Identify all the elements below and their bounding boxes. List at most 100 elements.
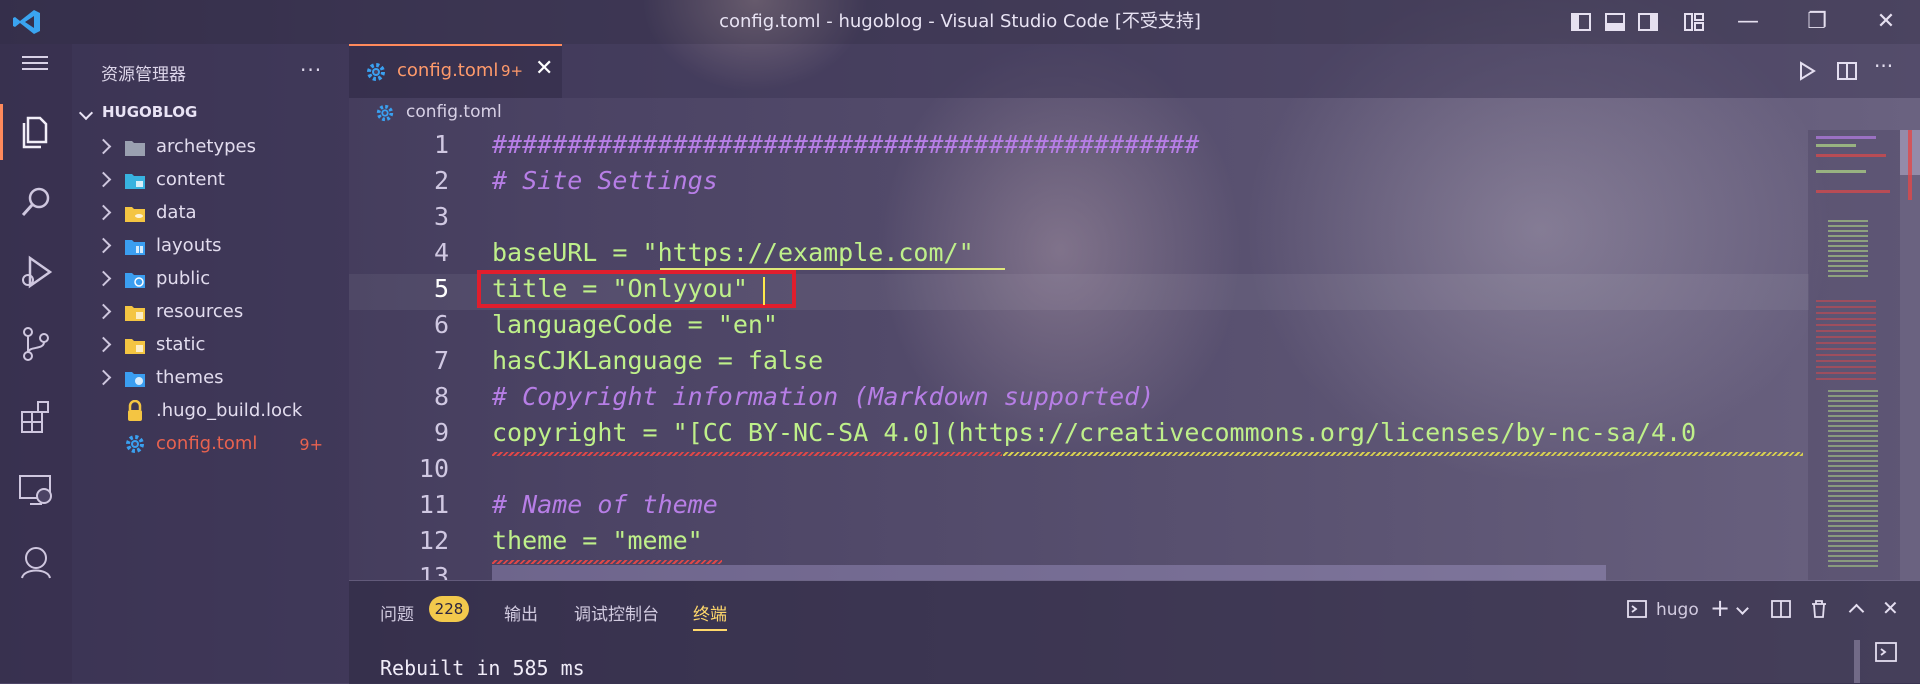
run-icon[interactable] bbox=[1796, 60, 1818, 82]
close-panel-button[interactable]: ✕ bbox=[1882, 596, 1899, 620]
tree-item-archetypes[interactable]: archetypes bbox=[72, 131, 349, 164]
warning-squiggle bbox=[1003, 452, 1803, 456]
window-title: config.toml - hugoblog - Visual Studio C… bbox=[719, 11, 1201, 32]
gear-icon bbox=[126, 435, 144, 453]
terminal-icon[interactable] bbox=[1874, 640, 1898, 664]
code-line: 1 #######################################… bbox=[349, 130, 1809, 166]
trash-icon[interactable] bbox=[1808, 598, 1830, 620]
split-editor-icon[interactable] bbox=[1836, 60, 1858, 82]
code-text: languageCode = "en" bbox=[492, 310, 778, 339]
problem-count-badge: 9+ bbox=[299, 435, 323, 454]
gear-icon bbox=[376, 104, 394, 122]
chevron-right-icon bbox=[95, 237, 112, 254]
tab-output[interactable]: 输出 bbox=[504, 600, 538, 625]
more-actions-button[interactable]: ··· bbox=[1874, 54, 1893, 78]
tree-item-config-toml[interactable]: config.toml 9+ bbox=[72, 428, 349, 461]
folder-layouts-icon bbox=[125, 240, 145, 255]
source-control-icon[interactable] bbox=[14, 322, 58, 366]
tree-item-data[interactable]: data bbox=[72, 197, 349, 230]
tree-item-layouts[interactable]: layouts bbox=[72, 230, 349, 263]
remote-explorer-icon[interactable] bbox=[14, 468, 58, 512]
folder-static-icon bbox=[125, 339, 145, 354]
chevron-right-icon bbox=[95, 138, 112, 155]
chevron-right-icon bbox=[95, 270, 112, 287]
folder-resources-icon bbox=[125, 306, 145, 321]
tree-item-themes[interactable]: themes bbox=[72, 362, 349, 395]
new-terminal-button[interactable]: + bbox=[1710, 594, 1730, 622]
line-number: 11 bbox=[418, 490, 449, 519]
terminal-icon bbox=[1627, 600, 1647, 618]
explorer-more-actions-button[interactable]: ··· bbox=[300, 58, 322, 82]
tab-terminal[interactable]: 终端 bbox=[693, 600, 727, 631]
line-number: 8 bbox=[433, 382, 449, 411]
tree-item-content[interactable]: content bbox=[72, 164, 349, 197]
tree-item-label: archetypes bbox=[156, 136, 257, 157]
code-text: hasCJKLanguage = false bbox=[492, 346, 824, 375]
workspace-root[interactable]: HUGOBLOG bbox=[102, 103, 197, 121]
code-line: 11 # Name of theme bbox=[349, 490, 1809, 526]
tree-item-static[interactable]: static bbox=[72, 329, 349, 362]
menu-icon[interactable] bbox=[16, 50, 54, 76]
line-number: 12 bbox=[418, 526, 449, 555]
code-line: 6 languageCode = "en" bbox=[349, 310, 1809, 346]
tree-item-hugo-build-lock[interactable]: .hugo_build.lock bbox=[72, 395, 349, 428]
code-text: ########################################… bbox=[492, 130, 1200, 159]
line-number: 2 bbox=[433, 166, 449, 195]
code-line: 9 copyright = "[CC BY-NC-SA 4.0](https://… bbox=[349, 418, 1809, 454]
line-number: 5 bbox=[433, 274, 449, 303]
text-cursor bbox=[763, 277, 765, 305]
tree-item-public[interactable]: public bbox=[72, 263, 349, 296]
split-terminal-icon[interactable] bbox=[1770, 598, 1792, 620]
line-number: 9 bbox=[433, 418, 449, 447]
explorer-icon[interactable] bbox=[14, 110, 58, 154]
tab-config-toml[interactable]: config.toml 9+ ✕ bbox=[349, 44, 562, 98]
close-tab-button[interactable]: ✕ bbox=[535, 56, 553, 81]
toggle-secondary-sidebar-icon[interactable] bbox=[1637, 11, 1659, 33]
tab-debug-console[interactable]: 调试控制台 bbox=[574, 600, 659, 625]
search-icon[interactable] bbox=[14, 180, 58, 224]
terminal-scrollbar[interactable] bbox=[1854, 640, 1860, 683]
restore-button[interactable]: ❐ bbox=[1797, 8, 1837, 36]
toggle-panel-icon[interactable] bbox=[1604, 11, 1626, 33]
explorer-title: 资源管理器 bbox=[101, 65, 186, 85]
account-avatar-icon[interactable] bbox=[14, 540, 58, 584]
line-number: 7 bbox=[433, 346, 449, 375]
line-number: 4 bbox=[433, 238, 449, 267]
customize-layout-icon[interactable] bbox=[1683, 11, 1705, 33]
close-window-button[interactable]: ✕ bbox=[1866, 8, 1906, 36]
tab-problems[interactable]: 问题 bbox=[380, 600, 414, 625]
breadcrumb[interactable]: config.toml bbox=[406, 102, 502, 122]
tree-item-label: resources bbox=[156, 301, 244, 322]
minimap[interactable] bbox=[1808, 130, 1900, 580]
tree-item-resources[interactable]: resources bbox=[72, 296, 349, 329]
code-text: # Site Settings bbox=[492, 166, 718, 195]
error-squiggle bbox=[492, 452, 1002, 456]
folder-icon bbox=[125, 141, 145, 156]
code-editor[interactable]: 1 #######################################… bbox=[349, 130, 1809, 580]
line-number: 6 bbox=[433, 310, 449, 339]
minimize-button[interactable]: — bbox=[1728, 8, 1768, 36]
run-debug-icon[interactable] bbox=[14, 250, 58, 294]
chevron-right-icon bbox=[95, 171, 112, 188]
toggle-primary-sidebar-icon[interactable] bbox=[1570, 11, 1592, 33]
terminal-output: Rebuilt in 585 ms bbox=[380, 656, 585, 680]
tree-item-label: public bbox=[156, 268, 211, 289]
chevron-right-icon bbox=[95, 204, 112, 221]
problems-count-badge: 228 bbox=[429, 596, 469, 622]
terminal-name[interactable]: hugo bbox=[1656, 600, 1699, 620]
scrollbar-error-marker bbox=[1908, 130, 1912, 200]
active-view-indicator bbox=[0, 104, 3, 160]
folder-public-icon bbox=[125, 273, 145, 288]
tree-item-label: content bbox=[156, 169, 225, 190]
folder-content-icon bbox=[125, 174, 145, 189]
selection-overlay bbox=[492, 565, 1606, 581]
code-text: # Name of theme bbox=[492, 490, 718, 519]
tree-item-label: static bbox=[156, 334, 206, 355]
code-text: # Copyright information (Markdown suppor… bbox=[492, 382, 1155, 411]
line-number: 13 bbox=[418, 562, 449, 580]
chevron-right-icon bbox=[95, 369, 112, 386]
code-line: 2 # Site Settings bbox=[349, 166, 1809, 202]
extensions-icon[interactable] bbox=[14, 396, 58, 440]
code-line: 10 bbox=[349, 454, 1809, 490]
code-text: copyright = "[CC BY-NC-SA 4.0](https://c… bbox=[492, 418, 1697, 447]
